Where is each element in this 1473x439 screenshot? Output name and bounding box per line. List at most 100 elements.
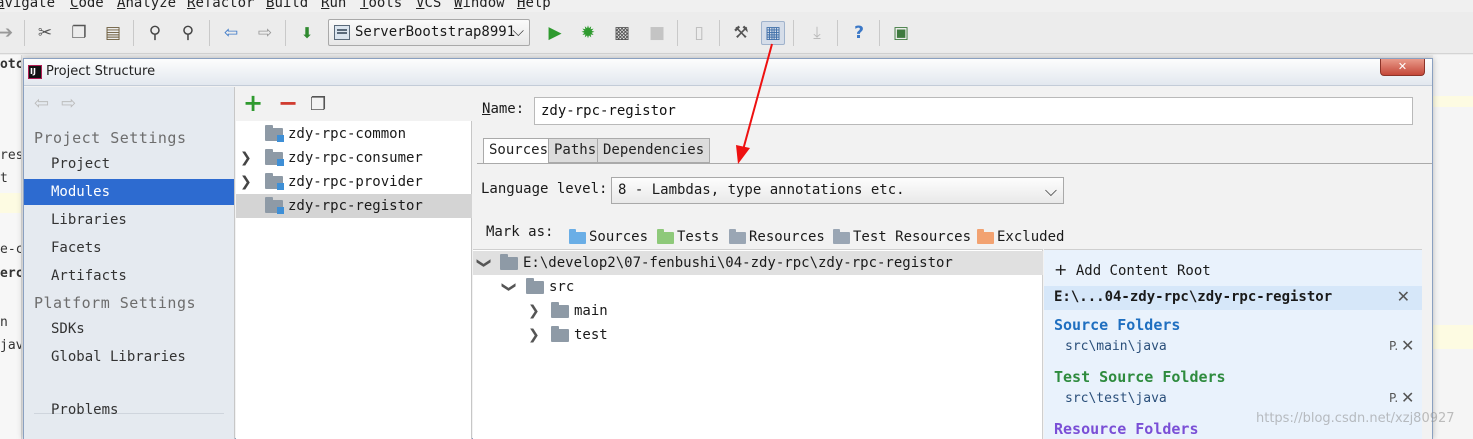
menu-code[interactable]: Code <box>70 0 104 11</box>
module-item[interactable]: ❯ zdy-rpc-consumer <box>236 146 472 170</box>
module-name: zdy-rpc-registor <box>288 198 423 214</box>
menu-help[interactable]: Help <box>517 0 551 11</box>
sidebar-item-artifacts[interactable]: Artifacts <box>24 263 234 289</box>
sdk-icon[interactable]: ▣ <box>889 21 913 45</box>
sidebar-item-facets[interactable]: Facets <box>24 235 234 261</box>
copy-icon[interactable]: ❐ <box>67 21 91 45</box>
plus-icon: + <box>1054 260 1068 279</box>
sidebar-item-problems[interactable]: Problems <box>24 397 234 423</box>
section-project-settings: Project Settings <box>34 129 187 147</box>
test-folder-path: src\test\java <box>1065 391 1167 406</box>
sidebar-item-sdks[interactable]: SDKs <box>24 316 234 342</box>
chevron-right-icon[interactable]: ❯ <box>528 299 540 323</box>
help-icon[interactable]: ? <box>847 21 871 45</box>
tree-row-root[interactable]: ❯ E:\develop2\07-fenbushi\04-zdy-rpc\zdy… <box>473 251 1043 275</box>
sidebar-item-libraries[interactable]: Libraries <box>24 207 234 233</box>
toolbar-separator <box>719 20 720 46</box>
forward-nav-icon[interactable]: ⇨ <box>253 21 277 45</box>
remove-root-icon[interactable]: ✕ <box>1397 287 1410 306</box>
module-item-selected[interactable]: zdy-rpc-registor <box>236 194 472 218</box>
stop-icon[interactable]: ■ <box>645 21 669 45</box>
package-prefix-button[interactable]: P. <box>1389 339 1398 353</box>
build-icon[interactable]: ⬇ <box>295 21 319 45</box>
tree-row-test[interactable]: ❯ test <box>473 323 1043 347</box>
remove-module-button[interactable]: − <box>278 89 298 117</box>
sidebar-item-project[interactable]: Project <box>24 151 234 177</box>
test-resources-folder-icon <box>833 229 850 244</box>
module-item[interactable]: zdy-rpc-common <box>236 122 472 146</box>
tab-dependencies[interactable]: Dependencies <box>597 138 711 163</box>
cut-icon[interactable]: ✂ <box>33 21 57 45</box>
folder-icon <box>500 254 518 270</box>
sidebar-item-modules[interactable]: Modules <box>24 179 234 205</box>
dialog-titlebar: Project Structure ✕ <box>24 59 1432 86</box>
tree-row-main[interactable]: ❯ main <box>473 299 1043 323</box>
menu-run[interactable]: Run <box>321 0 346 11</box>
remove-source-icon[interactable]: ✕ <box>1401 336 1414 355</box>
run-icon[interactable]: ▶ <box>543 21 567 45</box>
chevron-down-icon[interactable]: ❯ <box>472 257 496 269</box>
tab-paths[interactable]: Paths <box>548 138 603 163</box>
chevron-down-icon: ⌵ <box>512 22 524 40</box>
tab-sources[interactable]: Sources <box>483 138 555 164</box>
menu-build[interactable]: Build <box>266 0 308 11</box>
module-name-input[interactable] <box>534 97 1413 125</box>
download-icon[interactable]: ⤓ <box>805 21 829 45</box>
vcs-icon[interactable]: ▯ <box>687 21 711 45</box>
mark-resources-button[interactable]: Resources <box>729 228 825 246</box>
module-item[interactable]: ❯ zdy-rpc-provider <box>236 170 472 194</box>
editor-text: t <box>0 171 8 186</box>
mark-excluded-button[interactable]: Excluded <box>977 228 1064 246</box>
main-toolbar: ➔ ✂ ❐ ▤ ⚲ ⚲ ⇦ ⇨ ⬇ ServerBootstrap8991 ⌵ … <box>0 12 1473 54</box>
chevron-right-icon[interactable]: ❯ <box>240 146 252 170</box>
project-structure-icon[interactable]: ▦ <box>761 21 785 45</box>
forward-arrow-icon[interactable]: ⇨ <box>61 93 88 114</box>
mark-test-resources-button[interactable]: Test Resources <box>833 228 971 246</box>
chevron-right-icon[interactable]: ❯ <box>528 323 540 347</box>
find-icon[interactable]: ⚲ <box>143 21 167 45</box>
paste-icon[interactable]: ▤ <box>101 21 125 45</box>
copy-module-icon[interactable]: ❐ <box>310 91 326 119</box>
forward-icon[interactable]: ➔ <box>0 21 18 45</box>
content-root-tree: ❯ E:\develop2\07-fenbushi\04-zdy-rpc\zdy… <box>473 249 1043 439</box>
editor-text: n <box>0 315 8 330</box>
mark-sources-button[interactable]: Sources <box>569 228 648 246</box>
close-button[interactable]: ✕ <box>1380 59 1425 76</box>
remove-test-icon[interactable]: ✕ <box>1401 388 1414 407</box>
menu-refactor[interactable]: Refactor <box>187 0 254 11</box>
content-root-row[interactable]: E:\...04-zdy-rpc\zdy-rpc-registor ✕ <box>1044 286 1422 310</box>
debug-icon[interactable]: ✹ <box>576 21 600 45</box>
back-arrow-icon[interactable]: ⇦ <box>34 93 61 114</box>
module-folder-icon <box>265 197 284 214</box>
menu-window[interactable]: Window <box>454 0 505 11</box>
mark-as-label: Mark as: <box>486 224 554 240</box>
add-content-root-button[interactable]: + Add Content Root <box>1054 260 1211 279</box>
chevron-down-icon[interactable]: ❯ <box>497 281 521 293</box>
editor-text: erc <box>0 266 22 281</box>
menu-tools[interactable]: Tools <box>360 0 402 11</box>
back-icon[interactable]: ⇦ <box>219 21 243 45</box>
settings-icon[interactable]: ⚒ <box>729 21 753 45</box>
coverage-icon[interactable]: ▩ <box>610 21 634 45</box>
mark-sources-label: Sources <box>589 229 649 245</box>
mark-tests-button[interactable]: Tests <box>657 228 719 246</box>
run-configuration-select[interactable]: ServerBootstrap8991 ⌵ <box>328 19 530 46</box>
folder-icon <box>551 302 569 318</box>
toolbar-separator <box>209 20 210 46</box>
mark-excluded-label: Excluded <box>997 229 1065 245</box>
package-prefix-button[interactable]: P. <box>1389 391 1398 405</box>
tree-row-src[interactable]: ❯ src <box>473 275 1043 299</box>
run-configuration-label: ServerBootstrap8991 <box>355 24 516 40</box>
menu-analyze[interactable]: Analyze <box>117 0 176 11</box>
sidebar-item-global-libraries[interactable]: Global Libraries <box>24 344 234 370</box>
replace-icon[interactable]: ⚲ <box>176 21 200 45</box>
toolbar-separator <box>133 20 134 46</box>
sidebar-nav-arrows: ⇦⇨ <box>34 93 88 114</box>
menu-vcs[interactable]: VCS <box>416 0 441 11</box>
application-config-icon <box>334 25 350 40</box>
menu-navigate[interactable]: avigate <box>0 0 55 11</box>
module-folder-icon <box>265 173 284 190</box>
language-level-select[interactable]: 8 - Lambdas, type annotations etc. ⌵ <box>611 177 1064 204</box>
chevron-right-icon[interactable]: ❯ <box>240 170 252 194</box>
add-module-button[interactable]: + <box>243 89 263 117</box>
